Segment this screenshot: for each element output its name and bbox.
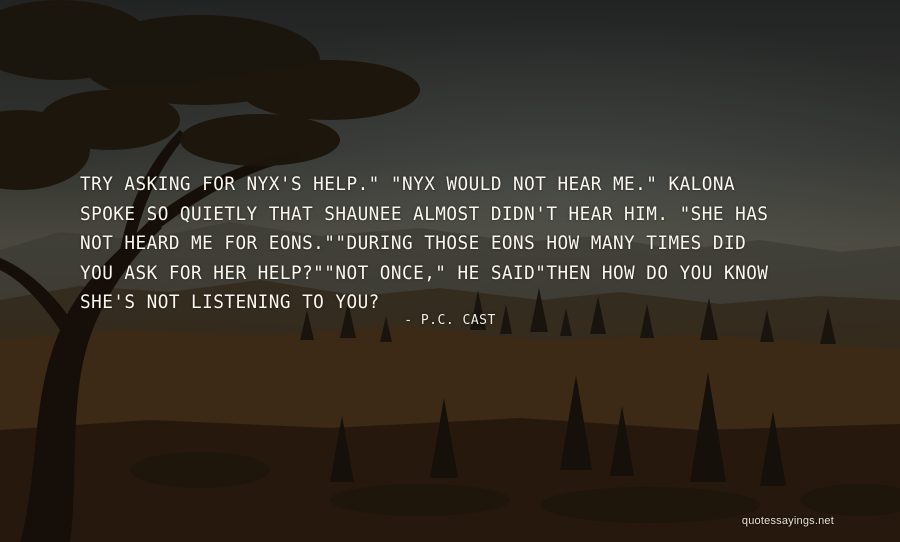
quote-card: Try asking for Nyx's help." "Nyx would n… bbox=[0, 0, 900, 542]
quote-author: - P.C. Cast bbox=[404, 313, 496, 328]
site-watermark[interactable]: quotessayings.net bbox=[742, 515, 834, 527]
quote-text: Try asking for Nyx's help." "Nyx would n… bbox=[80, 173, 769, 313]
